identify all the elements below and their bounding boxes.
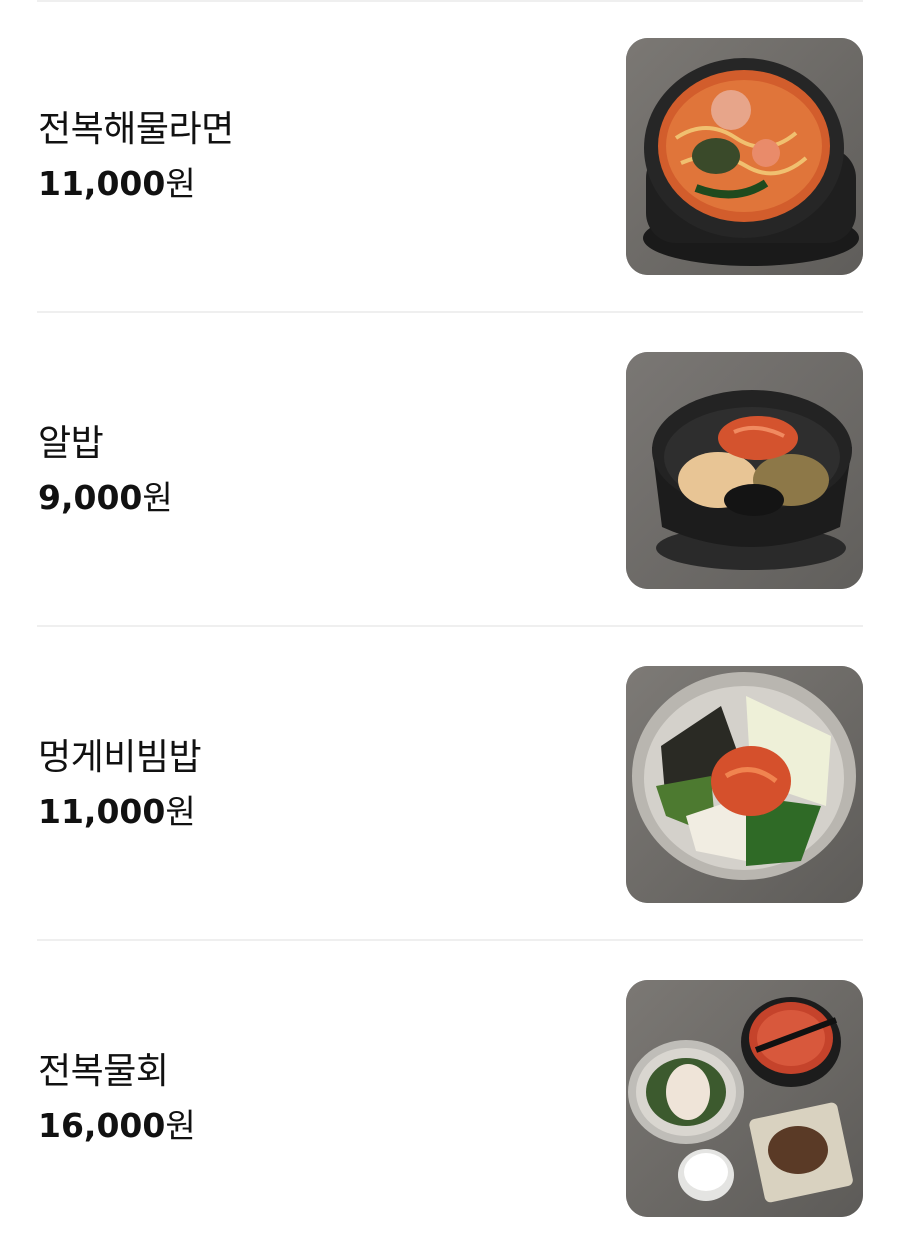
abalone-cold-raw-fish-soup-photo[interactable] [626,980,863,1217]
menu-item-text: 전복해물라면 11,000원 [38,106,234,208]
menu-item-text: 멍게비빔밥 11,000원 [38,734,202,836]
menu-item[interactable]: 멍게비빔밥 11,000원 [0,628,900,941]
ramen-in-stone-pot-photo[interactable] [626,38,863,275]
menu-item-price: 11,000원 [38,160,234,208]
menu-item[interactable]: 알밥 9,000원 [0,314,900,627]
menu-list: 전복해물라면 11,000원 알밥 9,000원 멍게비빔밥 11,000원 전… [0,0,900,1245]
price-value: 11,000 [38,792,166,831]
fish-roe-rice-bowl-photo[interactable] [626,352,863,589]
menu-item-name: 멍게비빔밥 [38,737,202,778]
menu-item[interactable]: 전복물회 16,000원 [0,942,900,1245]
menu-item-price: 9,000원 [38,474,173,522]
menu-item-price: 16,000원 [38,1102,196,1150]
menu-item-name: 알밥 [38,423,104,464]
menu-item-text: 전복물회 16,000원 [38,1048,196,1150]
menu-item-price: 11,000원 [38,788,201,836]
price-currency: 원 [165,1106,196,1145]
sea-squirt-bibimbap-photo[interactable] [626,666,863,903]
divider [37,311,863,313]
price-value: 16,000 [38,1106,166,1145]
price-value: 9,000 [38,478,143,517]
price-currency: 원 [165,164,196,203]
menu-item-name: 전복물회 [38,1051,169,1092]
divider [37,625,863,627]
menu-item-text: 알밥 9,000원 [38,420,173,522]
menu-item[interactable]: 전복해물라면 11,000원 [0,0,900,313]
price-value: 11,000 [38,164,166,203]
price-currency: 원 [165,792,196,831]
divider [37,939,863,941]
price-currency: 원 [142,478,173,517]
menu-item-name: 전복해물라면 [38,109,234,150]
